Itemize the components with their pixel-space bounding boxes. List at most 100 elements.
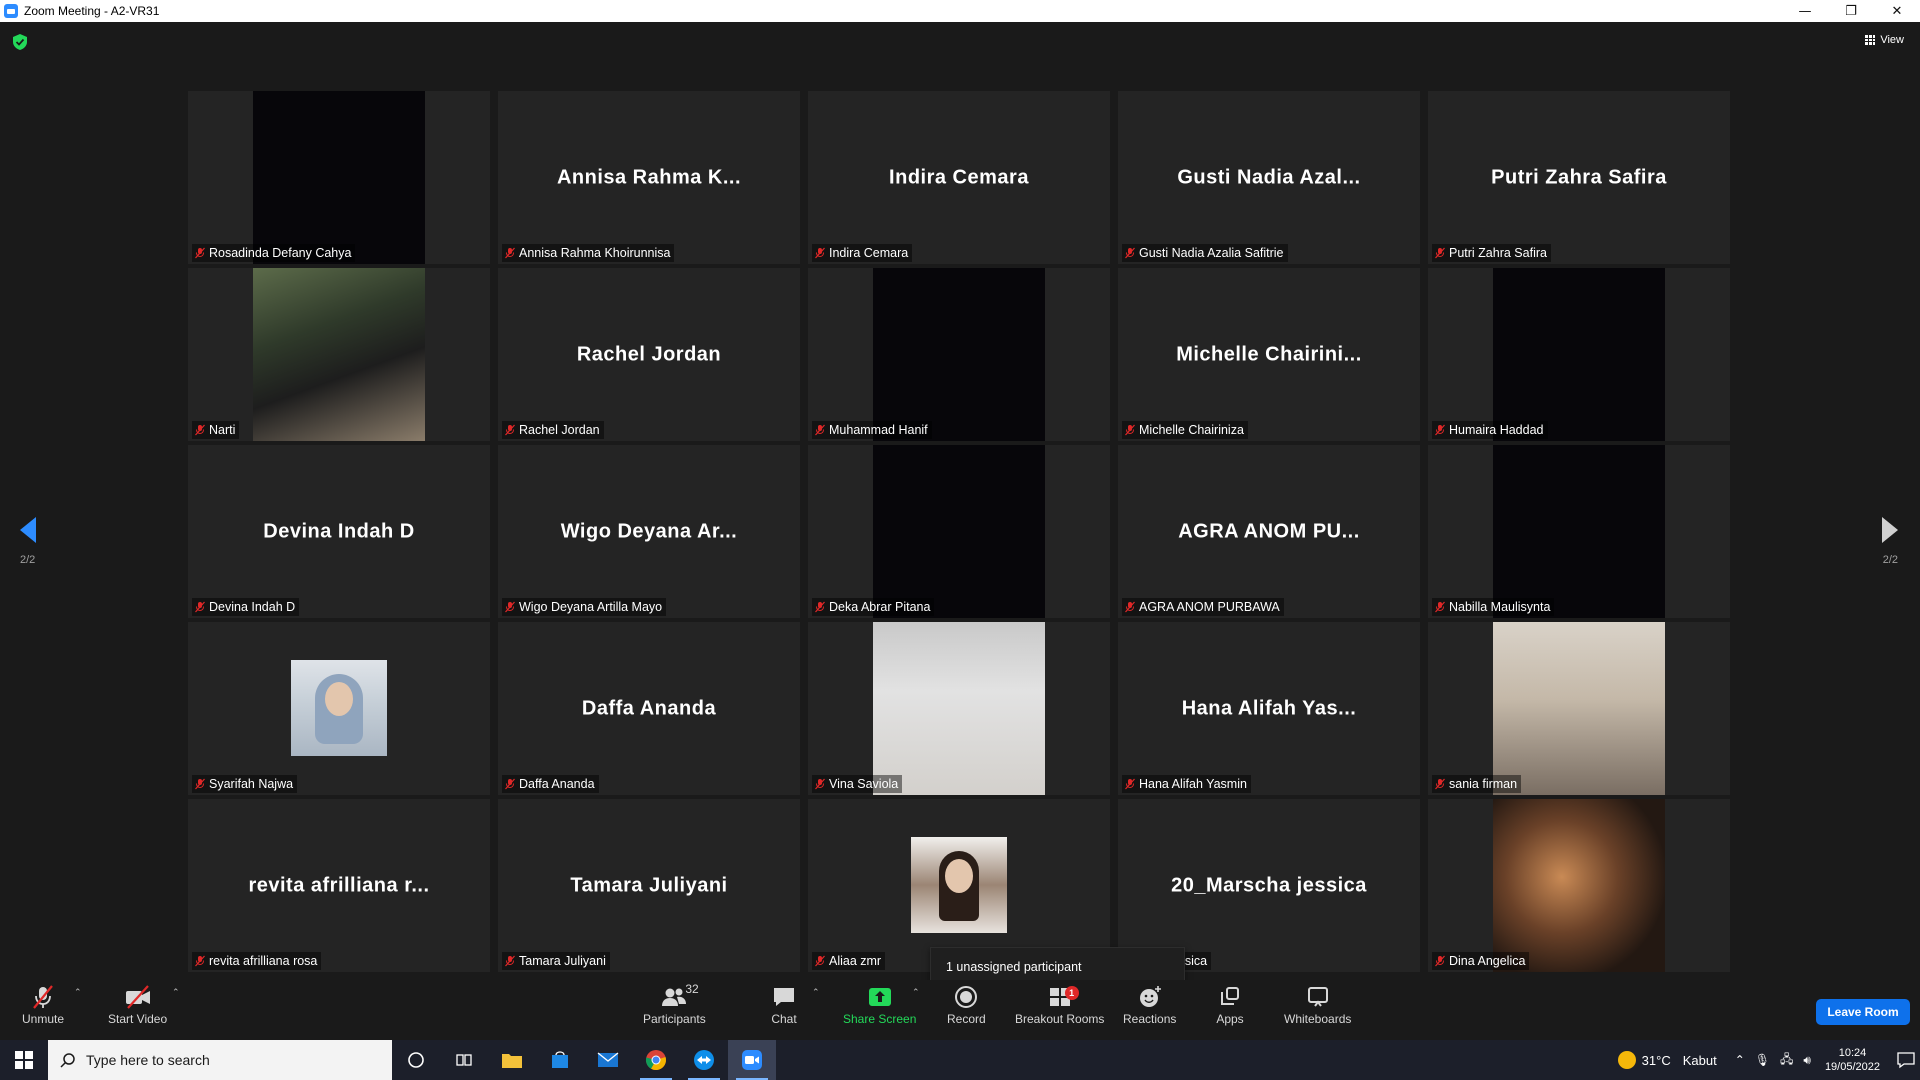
cortana-button[interactable]	[392, 1040, 440, 1080]
reactions-label: Reactions	[1123, 1012, 1177, 1026]
clock-date: 19/05/2022	[1824, 1061, 1880, 1073]
participant-display-name: Indira Cemara	[889, 166, 1029, 188]
start-button[interactable]	[0, 1040, 48, 1080]
participant-tile[interactable]: Muhammad Hanif	[808, 268, 1110, 441]
microphone-tray-icon[interactable]: 🎙︎	[1755, 1053, 1770, 1067]
participant-tile[interactable]: AGRA ANOM PU... AGRA ANOM PURBAWA	[1118, 445, 1420, 618]
chat-button[interactable]: Chat	[769, 984, 799, 1026]
audio-options-caret-icon[interactable]: ⌃	[74, 988, 82, 998]
page-indicator-left: 2/2	[20, 554, 36, 566]
participant-name-tag: Syarifah Najwa	[192, 775, 298, 793]
participant-display-name: 20_Marscha jessica	[1171, 874, 1367, 896]
participant-tile[interactable]: Deka Abrar Pitana	[808, 445, 1110, 618]
close-button[interactable]: ✕	[1874, 0, 1920, 22]
participant-tile[interactable]: Devina Indah D Devina Indah D	[188, 445, 490, 618]
tray-icons: ⌃ 🎙︎ 🖧 🔊︎	[1735, 1050, 1811, 1071]
task-view-button[interactable]	[440, 1040, 488, 1080]
teamviewer-button[interactable]	[680, 1040, 728, 1080]
minimize-button[interactable]: —	[1782, 0, 1828, 22]
meeting-toolbar: Unmute ⌃ Start Video ⌃ 32 Participants C…	[0, 980, 1920, 1040]
chat-icon	[774, 988, 794, 1006]
taskbar-search-box[interactable]: Type here to search	[48, 1040, 392, 1080]
participant-tile[interactable]: sania firman	[1428, 622, 1730, 795]
chrome-logo-icon	[645, 1050, 666, 1071]
next-page-arrow-icon[interactable]	[1880, 515, 1900, 545]
view-label: View	[1880, 34, 1904, 46]
whiteboards-button[interactable]: Whiteboards	[1284, 984, 1351, 1026]
participant-tile[interactable]: Gusti Nadia Azal... Gusti Nadia Azalia Sa…	[1118, 91, 1420, 264]
apps-button[interactable]: Apps	[1215, 984, 1245, 1026]
network-icon[interactable]: 🖧	[1780, 1050, 1793, 1071]
unmute-button[interactable]: Unmute	[22, 984, 64, 1026]
system-tray: 31°C Kabut ⌃ 🎙︎ 🖧 🔊︎ 10:24 19/05/2022	[1617, 1040, 1920, 1080]
participant-video	[1493, 445, 1665, 618]
muted-mic-icon	[505, 247, 515, 259]
participant-name: Tamara Juliyani	[519, 954, 606, 968]
participant-tile[interactable]: Humaira Haddad	[1428, 268, 1730, 441]
record-icon	[955, 986, 978, 1008]
participant-profile-picture	[291, 660, 387, 756]
participant-name-tag: Daffa Ananda	[502, 775, 599, 793]
reactions-button[interactable]: Reactions	[1123, 984, 1176, 1026]
window-controls: — ❐ ✕	[1782, 0, 1920, 22]
participant-name-tag: Michelle Chairiniza	[1122, 421, 1248, 439]
participant-video	[873, 622, 1045, 795]
restore-button[interactable]: ❐	[1828, 0, 1874, 22]
participant-tile[interactable]: Indira Cemara Indira Cemara	[808, 91, 1110, 264]
weather-widget[interactable]: 31°C Kabut	[1617, 1051, 1717, 1069]
breakout-rooms-label: Breakout Rooms	[1015, 1012, 1105, 1026]
show-hidden-icons-chevron-icon[interactable]: ⌃	[1735, 1053, 1745, 1067]
participant-name: Wigo Deyana Artilla Mayo	[519, 600, 663, 614]
whiteboard-icon	[1307, 987, 1328, 1007]
participant-tile[interactable]: Narti	[188, 268, 490, 441]
muted-mic-icon	[1435, 424, 1445, 436]
leave-room-button[interactable]: Leave Room	[1816, 999, 1910, 1025]
participant-tile[interactable]: Dina Angelica	[1428, 799, 1730, 972]
participant-tile[interactable]: revita afrilliana r... revita afrilliana …	[188, 799, 490, 972]
participant-video	[253, 268, 425, 441]
share-screen-button[interactable]: Share Screen	[843, 984, 916, 1026]
participant-video	[253, 91, 425, 264]
participant-tile[interactable]: Annisa Rahma K... Annisa Rahma Khoirunnis…	[498, 91, 800, 264]
video-options-caret-icon[interactable]: ⌃	[172, 988, 180, 998]
participant-name: Nabilla Maulisynta	[1449, 600, 1551, 614]
participant-tile[interactable]: Rachel Jordan Rachel Jordan	[498, 268, 800, 441]
participant-tile[interactable]: Syarifah Najwa	[188, 622, 490, 795]
folder-icon	[502, 1054, 522, 1068]
participant-tile[interactable]: Hana Alifah Yas... Hana Alifah Yasmin	[1118, 622, 1420, 795]
participant-name-tag: AGRA ANOM PURBAWA	[1122, 598, 1284, 616]
store-button[interactable]	[536, 1040, 584, 1080]
record-button[interactable]: Record	[947, 984, 986, 1026]
participant-name-tag: Muhammad Hanif	[812, 421, 932, 439]
view-button[interactable]: View	[1865, 34, 1904, 46]
chat-options-caret-icon[interactable]: ⌃	[812, 988, 820, 998]
participant-tile[interactable]: Rosadinda Defany Cahya	[188, 91, 490, 264]
share-options-caret-icon[interactable]: ⌃	[912, 988, 920, 998]
clock[interactable]: 10:24 19/05/2022	[1825, 1046, 1880, 1074]
mail-button[interactable]	[584, 1040, 632, 1080]
participant-name-tag: Indira Cemara	[812, 244, 913, 262]
chrome-button[interactable]	[632, 1040, 680, 1080]
participant-tile[interactable]: Tamara Juliyani Tamara Juliyani	[498, 799, 800, 972]
start-video-button[interactable]: Start Video	[108, 984, 167, 1026]
participant-tile[interactable]: Michelle Chairini... Michelle Chairiniza	[1118, 268, 1420, 441]
participant-tile[interactable]: Daffa Ananda Daffa Ananda	[498, 622, 800, 795]
volume-icon[interactable]: 🔊︎	[1803, 1053, 1811, 1068]
participant-name: AGRA ANOM PURBAWA	[1139, 600, 1280, 614]
breakout-rooms-button[interactable]: 1 Breakout Rooms	[1015, 984, 1104, 1026]
participant-tile[interactable]: Vina Saviola	[808, 622, 1110, 795]
previous-page-arrow-icon[interactable]	[18, 515, 38, 545]
participant-name: Michelle Chairiniza	[1139, 423, 1244, 437]
participant-display-name: Rachel Jordan	[576, 343, 722, 365]
participant-name: Annisa Rahma Khoirunnisa	[519, 246, 671, 260]
participant-tile[interactable]: Nabilla Maulisynta	[1428, 445, 1730, 618]
security-shield-icon[interactable]	[13, 34, 27, 50]
notification-center-button[interactable]	[1892, 1040, 1920, 1080]
file-explorer-button[interactable]	[488, 1040, 536, 1080]
zoom-taskbar-button[interactable]	[728, 1040, 776, 1080]
participant-name-tag: Vina Saviola	[812, 775, 903, 793]
participants-button[interactable]: 32 Participants	[643, 982, 706, 1026]
windows-logo-icon	[15, 1051, 33, 1069]
participant-tile[interactable]: Putri Zahra Safira Putri Zahra Safira	[1428, 91, 1730, 264]
participant-tile[interactable]: Wigo Deyana Ar... Wigo Deyana Artilla May…	[498, 445, 800, 618]
